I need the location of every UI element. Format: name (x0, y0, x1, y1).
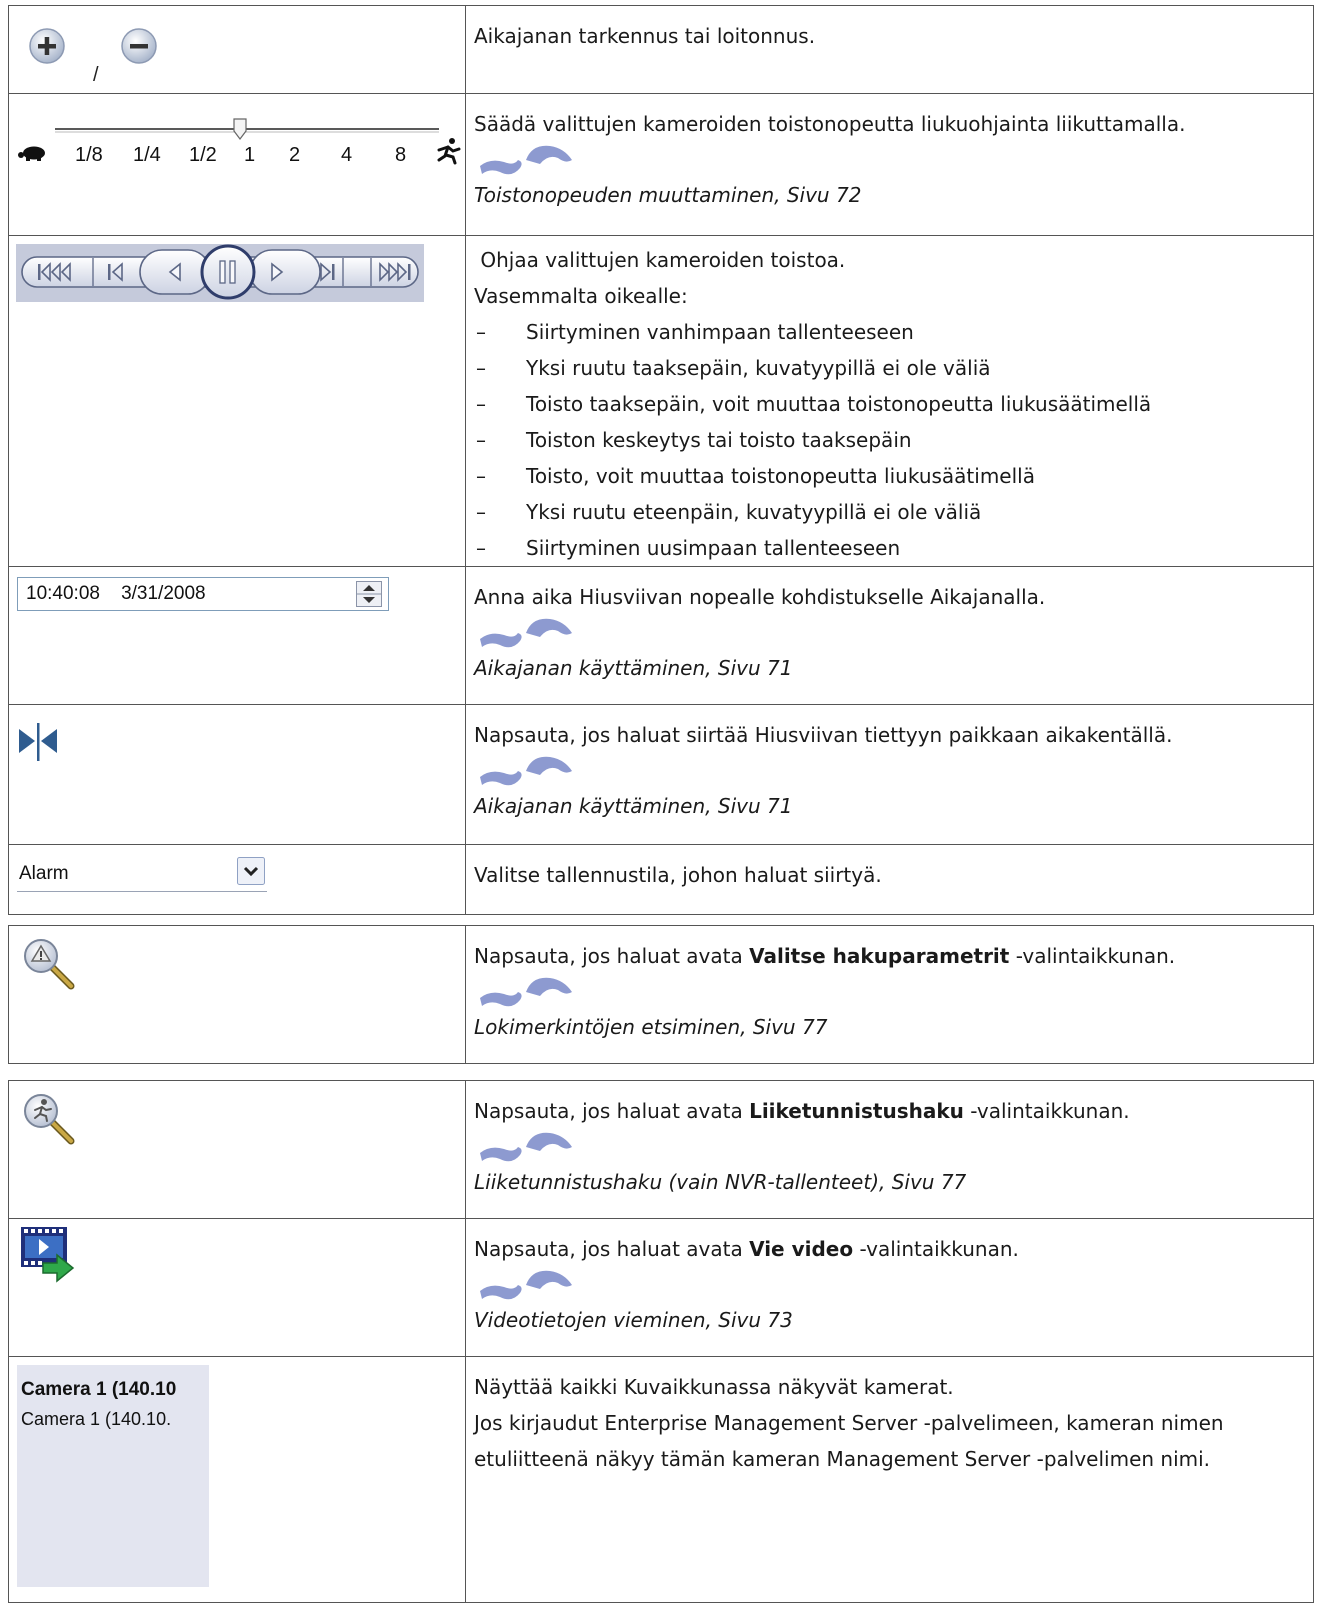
footprints-icon (480, 977, 572, 1007)
table-row: Alarm Valitse tallennustila, johon halua… (8, 844, 1314, 915)
transport-bar (16, 244, 424, 302)
speed-label: 2 (289, 144, 300, 166)
description-text: Napsauta, jos haluat avata Liiketunnistu… (474, 1093, 1305, 1129)
speed-label: 1/4 (133, 144, 161, 166)
speed-label: 8 (395, 144, 406, 166)
footprints-icon (480, 756, 572, 786)
dialog-name: Valitse hakuparametrit (749, 944, 1010, 968)
list-item: Toiston keskeytys tai toisto taaksepäin (474, 422, 1305, 458)
description-text: Aikajanan tarkennus tai loitonnus. (474, 24, 816, 48)
description-text: Valitse tallennustila, johon haluat siir… (474, 863, 882, 887)
list-item: Toisto, voit muuttaa toistonopeutta liuk… (474, 458, 1305, 494)
turtle-icon (18, 146, 45, 161)
speed-label: 1 (244, 144, 255, 166)
list-item: Siirtyminen vanhimpaan tallenteeseen (474, 314, 1305, 350)
pause-icon[interactable] (200, 244, 256, 300)
description-post: -valintaikkunan. (963, 1099, 1130, 1123)
description-post: -valintaikkunan. (853, 1237, 1019, 1261)
cross-reference[interactable]: Toistonopeuden muuttaminen, Sivu 72 (474, 180, 1305, 210)
speed-label: 1/2 (189, 144, 217, 166)
footprints-icon (480, 145, 572, 175)
button-list: Siirtyminen vanhimpaan tallenteeseen Yks… (474, 314, 1305, 566)
description-pre: Napsauta, jos haluat avata (474, 1099, 750, 1123)
export-video-icon[interactable] (19, 1225, 81, 1287)
footprints-icon (480, 1270, 572, 1300)
speed-label: 1/8 (75, 144, 103, 166)
camera-list: Camera 1 (140.10 Camera 1 (140.10. (17, 1365, 209, 1587)
alarm-search-icon[interactable] (21, 936, 81, 996)
table-row: / Aikajanan tarkennus tai loitonnus. (8, 5, 1314, 94)
footprints-icon (480, 618, 572, 648)
description-text-2: Jos kirjaudut Enterprise Management Serv… (474, 1411, 1224, 1471)
description-main: Ohjaa valittujen kameroiden toistoa. (480, 248, 846, 272)
description-text: Ohjaa valittujen kameroiden toistoa. (474, 242, 1305, 278)
description-text: Näyttää kaikki Kuvaikkunassa näkyvät kam… (474, 1375, 954, 1399)
table-row: Napsauta, jos haluat avata Liiketunnistu… (8, 1080, 1314, 1219)
speed-slider[interactable]: 1/8 1/4 1/2 1 2 4 8 (15, 112, 463, 180)
cross-reference[interactable]: Lokimerkintöjen etsiminen, Sivu 77 (474, 1012, 1305, 1042)
dialog-name: Vie video (749, 1237, 854, 1261)
table-row: Napsauta, jos haluat siirtää Hiusviivan … (8, 704, 1314, 845)
list-item: Yksi ruutu eteenpäin, kuvatyypillä ei ol… (474, 494, 1305, 530)
controls-table-2: Napsauta, jos haluat avata Valitse hakup… (8, 925, 1314, 1064)
list-item: Toisto taaksepäin, voit muuttaa toistono… (474, 386, 1305, 422)
description-text: Napsauta, jos haluat avata Vie video -va… (474, 1231, 1305, 1267)
reverse-play-icon[interactable] (139, 249, 211, 295)
description-pre: Napsauta, jos haluat avata (474, 944, 750, 968)
runner-icon (437, 138, 461, 165)
controls-table-3: Napsauta, jos haluat avata Liiketunnistu… (8, 1080, 1314, 1603)
cross-reference[interactable]: Liiketunnistushaku (vain NVR-tallenteet)… (474, 1167, 1305, 1197)
mode-dropdown[interactable]: Alarm (17, 855, 267, 892)
description-text: Napsauta, jos haluat siirtää Hiusviivan … (474, 723, 1173, 747)
time-spinner-icon[interactable] (356, 581, 382, 607)
table-row: Ohjaa valittujen kameroiden toistoa. Vas… (8, 235, 1314, 567)
description-text: Anna aika Hiusviivan nopealle kohdistuks… (474, 585, 1046, 609)
footprints-icon (480, 1132, 572, 1162)
dialog-name: Liiketunnistushaku (749, 1099, 964, 1123)
forward-play-icon[interactable] (249, 249, 321, 295)
camera-item[interactable]: Camera 1 (140.10. (21, 1409, 171, 1430)
table-row: 10:40:08 3/31/2008 Anna aika Hiusviivan … (8, 566, 1314, 705)
zoom-buttons: / (29, 28, 157, 86)
description-pre: Napsauta, jos haluat avata (474, 1237, 750, 1261)
table-row: Camera 1 (140.10 Camera 1 (140.10. Näytt… (8, 1356, 1314, 1603)
description-text: Napsauta, jos haluat avata Valitse hakup… (474, 938, 1305, 974)
hairline-icon[interactable] (17, 723, 67, 763)
camera-item-bold[interactable]: Camera 1 (140.10 (21, 1379, 176, 1401)
table-row: Napsauta, jos haluat avata Valitse hakup… (8, 925, 1314, 1064)
description-text: Säädä valittujen kameroiden toistonopeut… (474, 112, 1186, 136)
list-item: Siirtyminen uusimpaan tallenteeseen (474, 530, 1305, 566)
list-item: Yksi ruutu taaksepäin, kuvatyypillä ei o… (474, 350, 1305, 386)
chevron-down-icon[interactable] (237, 857, 265, 885)
table-row: 1/8 1/4 1/2 1 2 4 8 Säädä valittujen kam… (8, 93, 1314, 236)
time-value[interactable]: 10:40:08 3/31/2008 (26, 583, 206, 605)
cross-reference[interactable]: Aikajanan käyttäminen, Sivu 71 (474, 791, 1305, 821)
speed-label: 4 (341, 144, 352, 166)
table-row: Napsauta, jos haluat avata Vie video -va… (8, 1218, 1314, 1357)
motion-search-icon[interactable] (21, 1091, 81, 1151)
zoom-out-icon[interactable] (121, 28, 157, 64)
zoom-separator: / (93, 64, 99, 86)
cross-reference[interactable]: Videotietojen vieminen, Sivu 73 (474, 1305, 1305, 1335)
description-post: -valintaikkunan. (1009, 944, 1176, 968)
slider-thumb-icon[interactable] (233, 118, 247, 140)
time-field[interactable]: 10:40:08 3/31/2008 (17, 577, 389, 611)
description-subtext: Vasemmalta oikealle: (474, 284, 688, 308)
zoom-in-icon[interactable] (29, 28, 65, 64)
controls-table-1: / Aikajanan tarkennus tai loitonnus. 1/8… (8, 5, 1314, 915)
cross-reference[interactable]: Aikajanan käyttäminen, Sivu 71 (474, 653, 1305, 683)
mode-value[interactable]: Alarm (19, 863, 69, 885)
